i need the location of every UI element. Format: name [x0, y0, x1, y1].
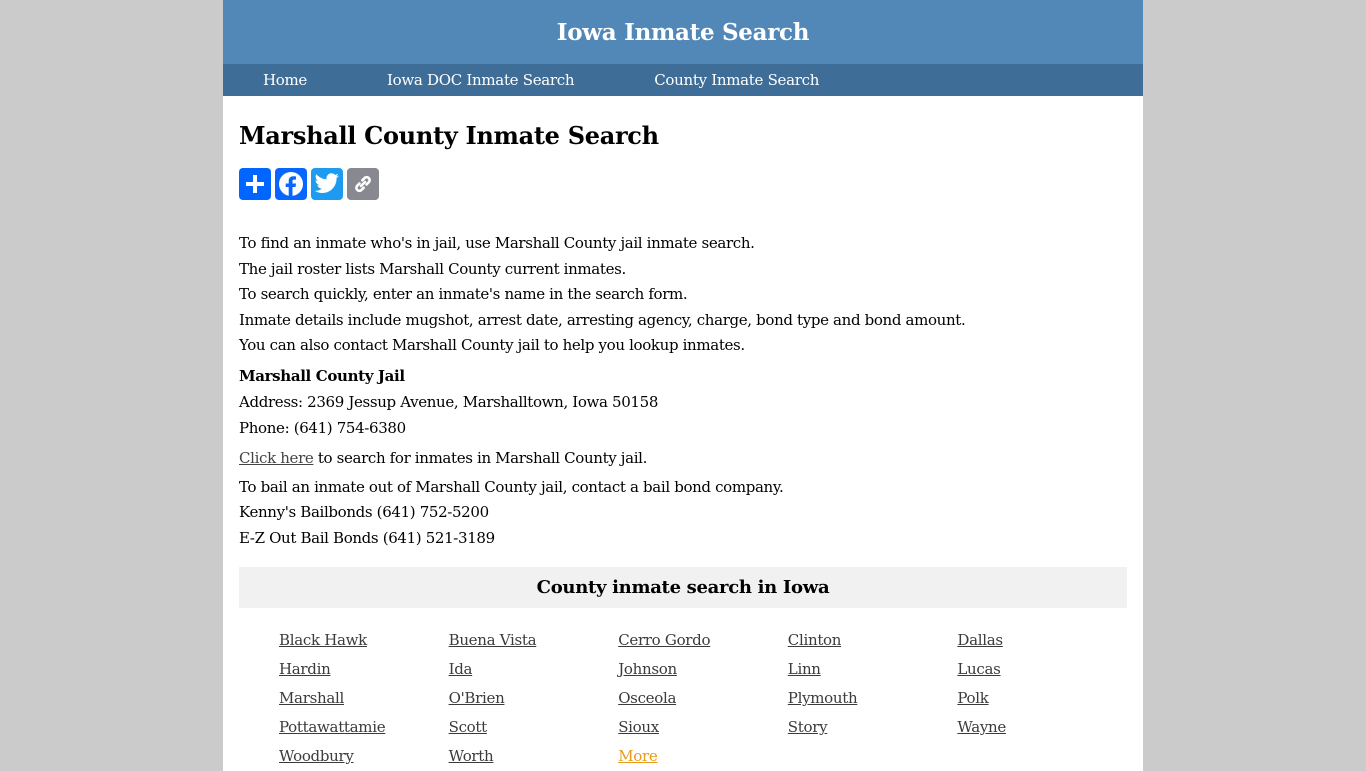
county-section-title: County inmate search in Iowa: [536, 577, 830, 598]
more-counties-link[interactable]: More: [618, 742, 788, 771]
county-link[interactable]: Linn: [788, 655, 958, 684]
county-link[interactable]: Pottawattamie: [279, 713, 449, 742]
facebook-share-button[interactable]: [275, 168, 307, 200]
county-link[interactable]: Black Hawk: [279, 626, 449, 655]
county-link[interactable]: O'Brien: [449, 684, 619, 713]
intro-line: To find an inmate who's in jail, use Mar…: [239, 234, 755, 252]
link-icon: [355, 175, 371, 193]
county-link[interactable]: Hardin: [279, 655, 449, 684]
county-link[interactable]: Osceola: [618, 684, 788, 713]
intro-line: The jail roster lists Marshall County cu…: [239, 259, 626, 278]
main-content: Marshall County Inmate Search To find an…: [223, 96, 1143, 771]
plus-icon: [246, 175, 264, 193]
county-link[interactable]: Worth: [449, 742, 619, 771]
intro-line: To search quickly, enter an inmate's nam…: [239, 285, 688, 303]
county-section-header: County inmate search in Iowa: [239, 567, 1127, 608]
site-title[interactable]: Iowa Inmate Search: [557, 19, 810, 46]
intro-line: Inmate details include mugshot, arrest d…: [239, 310, 966, 329]
jail-info: Marshall County Jail Address: 2369 Jessu…: [239, 363, 1127, 441]
copy-link-button[interactable]: [347, 168, 379, 200]
county-link[interactable]: Ida: [449, 655, 619, 684]
county-link[interactable]: Plymouth: [788, 684, 958, 713]
county-link[interactable]: Buena Vista: [449, 626, 619, 655]
county-link[interactable]: Story: [788, 713, 958, 742]
page-container: Iowa Inmate Search Home Iowa DOC Inmate …: [223, 0, 1143, 771]
intro-text: To find an inmate who's in jail, use Mar…: [239, 231, 1127, 359]
county-link[interactable]: Clinton: [788, 626, 958, 655]
bail-line: E-Z Out Bail Bonds (641) 521-3189: [239, 528, 495, 547]
jail-address: Address: 2369 Jessup Avenue, Marshalltow…: [239, 392, 659, 411]
county-link[interactable]: Lucas: [957, 655, 1127, 684]
search-link-line: Click here to search for inmates in Mars…: [239, 445, 1127, 471]
county-link[interactable]: Scott: [449, 713, 619, 742]
county-link[interactable]: Johnson: [618, 655, 788, 684]
main-nav: Home Iowa DOC Inmate Search County Inmat…: [223, 64, 1143, 96]
jail-phone: Phone: (641) 754-6380: [239, 418, 406, 437]
share-button[interactable]: [239, 168, 271, 200]
site-header: Iowa Inmate Search: [223, 0, 1143, 64]
nav-home[interactable]: Home: [263, 71, 307, 89]
county-link[interactable]: Polk: [957, 684, 1127, 713]
county-links: Black Hawk Buena Vista Cerro Gordo Clint…: [239, 626, 1127, 771]
nav-iowa-doc-inmate-search[interactable]: Iowa DOC Inmate Search: [387, 71, 575, 89]
county-link[interactable]: Marshall: [279, 684, 449, 713]
county-link[interactable]: Cerro Gordo: [618, 626, 788, 655]
bail-line: Kenny's Bailbonds (641) 752-5200: [239, 503, 489, 521]
jail-name: Marshall County Jail: [239, 366, 405, 385]
twitter-icon: [314, 173, 339, 193]
bail-info: To bail an inmate out of Marshall County…: [239, 475, 1127, 552]
nav-county-inmate-search[interactable]: County Inmate Search: [654, 71, 819, 89]
facebook-icon: [279, 172, 303, 197]
page-title: Marshall County Inmate Search: [239, 121, 659, 150]
click-here-link[interactable]: Click here: [239, 449, 314, 467]
county-link[interactable]: Sioux: [618, 713, 788, 742]
intro-line: You can also contact Marshall County jai…: [239, 336, 745, 354]
bail-line: To bail an inmate out of Marshall County…: [239, 477, 784, 496]
share-buttons: [239, 168, 1127, 200]
search-link-text: to search for inmates in Marshall County…: [313, 448, 648, 467]
twitter-share-button[interactable]: [311, 168, 343, 200]
county-link[interactable]: Wayne: [957, 713, 1127, 742]
county-link[interactable]: Woodbury: [279, 742, 449, 771]
county-link[interactable]: Dallas: [957, 626, 1127, 655]
